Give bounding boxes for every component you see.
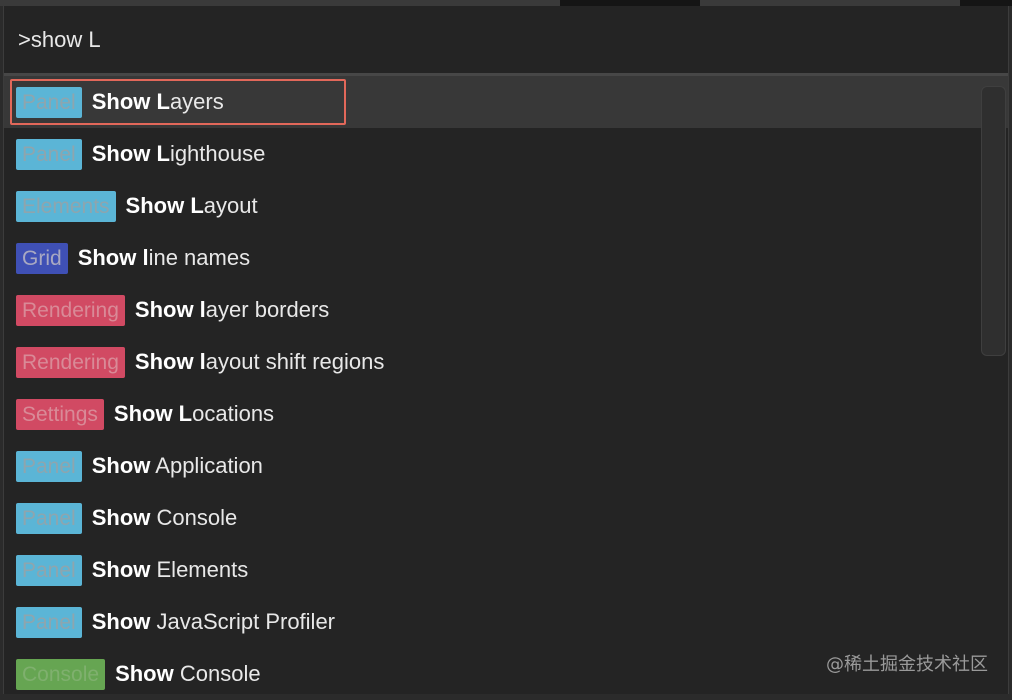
command-input[interactable] bbox=[18, 26, 918, 53]
command-palette: Panel Show Layers Panel Show Lighthouse … bbox=[3, 6, 1009, 694]
command-label-rest: ayers bbox=[169, 89, 224, 114]
command-item-show-layers[interactable]: Panel Show Layers bbox=[4, 76, 1008, 128]
category-tag: Rendering bbox=[16, 346, 125, 378]
category-tag: Panel bbox=[16, 502, 82, 534]
command-label-rest: JavaScript Profiler bbox=[150, 609, 336, 634]
command-item-show-console[interactable]: Panel Show Console bbox=[4, 492, 1008, 544]
command-label-rest: ayer borders bbox=[205, 297, 330, 322]
command-item-show-layout[interactable]: Elements Show Layout bbox=[4, 180, 1008, 232]
command-label-rest: Application bbox=[150, 453, 263, 478]
match-highlight: Show bbox=[91, 557, 151, 582]
command-label: Show layout shift regions bbox=[135, 349, 384, 375]
category-tag: Panel bbox=[16, 554, 82, 586]
command-item-show-application[interactable]: Panel Show Application bbox=[4, 440, 1008, 492]
match-highlight: Show L bbox=[91, 141, 170, 166]
command-label-rest: Console bbox=[173, 661, 261, 686]
command-label: Show layer borders bbox=[135, 297, 329, 323]
command-item-show-lighthouse[interactable]: Panel Show Lighthouse bbox=[4, 128, 1008, 180]
category-tag: Panel bbox=[16, 86, 82, 118]
command-label: Show Lighthouse bbox=[92, 141, 266, 167]
command-item-show-layout-shift-regions[interactable]: Rendering Show layout shift regions bbox=[4, 336, 1008, 388]
category-tag: Panel bbox=[16, 450, 82, 482]
command-label: Show line names bbox=[78, 245, 250, 271]
command-label-rest: Console bbox=[150, 505, 238, 530]
command-item-show-locations[interactable]: Settings Show Locations bbox=[4, 388, 1008, 440]
match-highlight: Show bbox=[91, 453, 151, 478]
match-highlight: Show L bbox=[113, 401, 193, 426]
command-item-show-layer-borders[interactable]: Rendering Show layer borders bbox=[4, 284, 1008, 336]
command-label-rest: ighthouse bbox=[169, 141, 266, 166]
match-highlight: Show L bbox=[91, 89, 170, 114]
command-label: Show Elements bbox=[92, 557, 249, 583]
match-highlight: Show l bbox=[77, 245, 149, 270]
match-highlight: Show L bbox=[125, 193, 204, 218]
match-highlight: Show l bbox=[134, 349, 206, 374]
command-label: Show Layers bbox=[92, 89, 224, 115]
category-tag: Elements bbox=[16, 190, 116, 222]
category-tag: Console bbox=[16, 658, 106, 690]
match-highlight: Show bbox=[91, 505, 151, 530]
command-label: Show JavaScript Profiler bbox=[92, 609, 335, 635]
list-scrollbar-thumb[interactable] bbox=[981, 86, 1006, 356]
match-highlight: Show bbox=[115, 661, 174, 686]
command-prompt-row bbox=[4, 6, 1008, 76]
command-label-rest: ayout bbox=[203, 193, 258, 218]
command-label: Show Console bbox=[115, 661, 261, 687]
watermark-text: @稀土掘金技术社区 bbox=[826, 654, 988, 675]
command-label-rest: Elements bbox=[150, 557, 249, 582]
match-highlight: Show bbox=[91, 609, 151, 634]
command-item-show-line-names[interactable]: Grid Show line names bbox=[4, 232, 1008, 284]
command-item-show-javascript-profiler[interactable]: Panel Show JavaScript Profiler bbox=[4, 596, 1008, 648]
command-label-rest: ayout shift regions bbox=[205, 349, 385, 374]
command-label-rest: ocations bbox=[192, 401, 275, 426]
category-tag: Panel bbox=[16, 138, 82, 170]
category-tag: Grid bbox=[16, 242, 68, 274]
category-tag: Settings bbox=[16, 398, 104, 430]
command-label: Show Locations bbox=[114, 401, 274, 427]
command-label: Show Layout bbox=[126, 193, 258, 219]
match-highlight: Show l bbox=[134, 297, 206, 322]
category-tag: Panel bbox=[16, 606, 82, 638]
category-tag: Rendering bbox=[16, 294, 125, 326]
command-label: Show Application bbox=[92, 453, 263, 479]
command-item-show-elements[interactable]: Panel Show Elements bbox=[4, 544, 1008, 596]
command-list: Panel Show Layers Panel Show Lighthouse … bbox=[4, 76, 1008, 700]
command-label: Show Console bbox=[92, 505, 238, 531]
command-label-rest: ine names bbox=[148, 245, 251, 270]
